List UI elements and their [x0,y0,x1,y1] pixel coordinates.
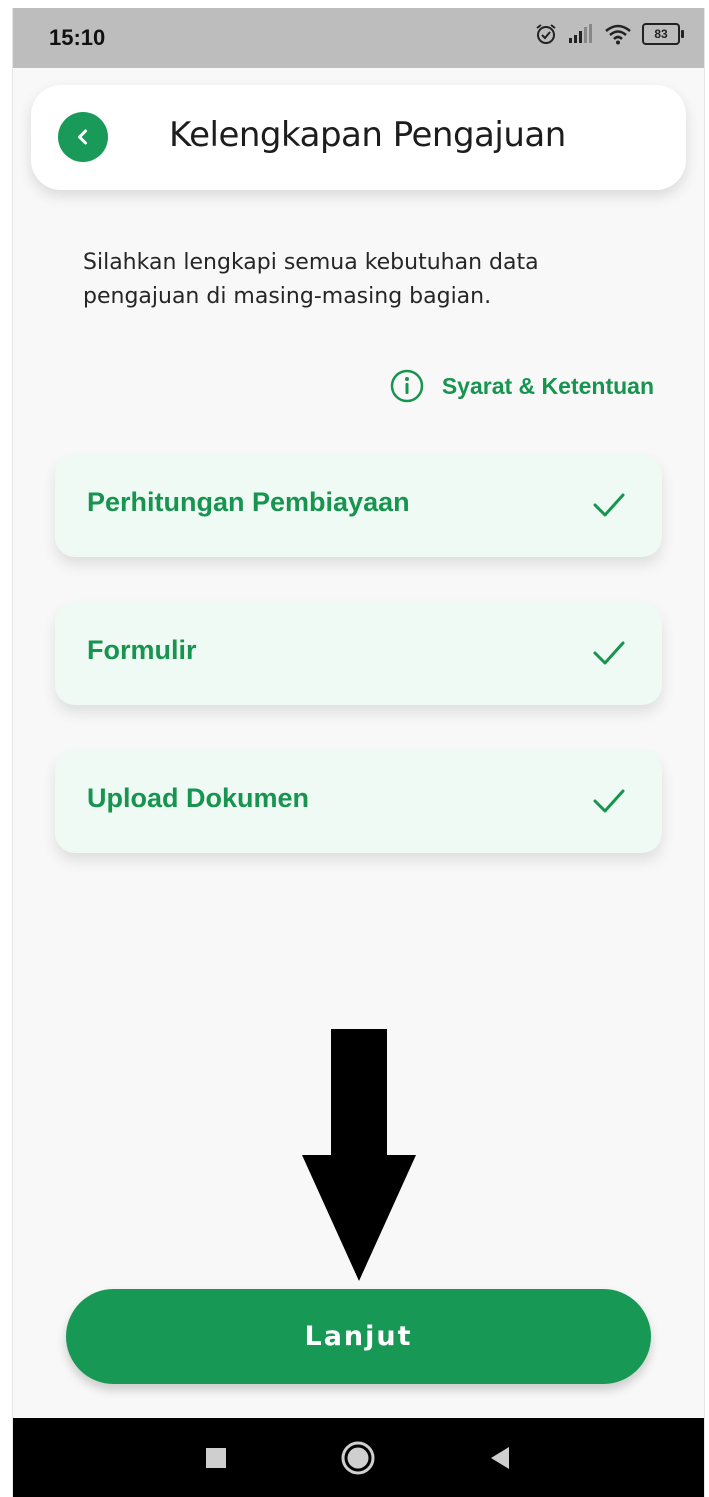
terms-link-label: Syarat & Ketentuan [441,372,654,399]
check-icon [593,493,625,517]
section-card-perhitungan-pembiayaan[interactable]: Perhitungan Pembiayaan [55,454,662,557]
section-card-label: Upload Dokumen [87,783,310,813]
chevron-left-icon [78,129,87,145]
description-text: Silahkan lengkapi semua kebutuhan data p… [83,250,539,309]
battery-icon: 83 [642,23,684,45]
square-icon [206,1447,226,1468]
section-card-formulir[interactable]: Formulir [55,602,662,705]
info-icon [390,369,424,403]
wifi-icon [605,24,631,45]
down-arrow-icon [302,1029,416,1281]
check-icon [593,789,625,813]
status-icons: 83 [534,22,684,46]
check-icon [593,641,625,665]
back-nav-button[interactable] [460,1418,540,1497]
system-nav-bar [13,1418,704,1497]
home-button[interactable] [318,1418,398,1497]
lanjut-button[interactable]: Lanjut [66,1289,651,1384]
section-card-upload-dokumen[interactable]: Upload Dokumen [55,750,662,853]
app-screen: 15:10 83 Kelengkapan Pengajuan Silahkan … [12,8,705,1497]
triangle-back-icon [491,1446,509,1469]
header-card: Kelengkapan Pengajuan [31,85,686,190]
status-time: 15:10 [49,25,106,50]
section-card-label: Perhitungan Pembiayaan [87,487,410,517]
section-card-label: Formulir [87,635,197,665]
recent-apps-button[interactable] [176,1418,256,1497]
signal-icon [569,24,592,43]
terms-link[interactable]: Syarat & Ketentuan [390,369,654,403]
alarm-icon [536,24,556,44]
circle-home-icon [341,1441,375,1474]
status-bar: 15:10 83 [13,8,704,68]
back-button[interactable] [58,112,108,162]
page-title: Kelengkapan Pengajuan [169,115,566,155]
battery-level: 83 [654,27,668,41]
